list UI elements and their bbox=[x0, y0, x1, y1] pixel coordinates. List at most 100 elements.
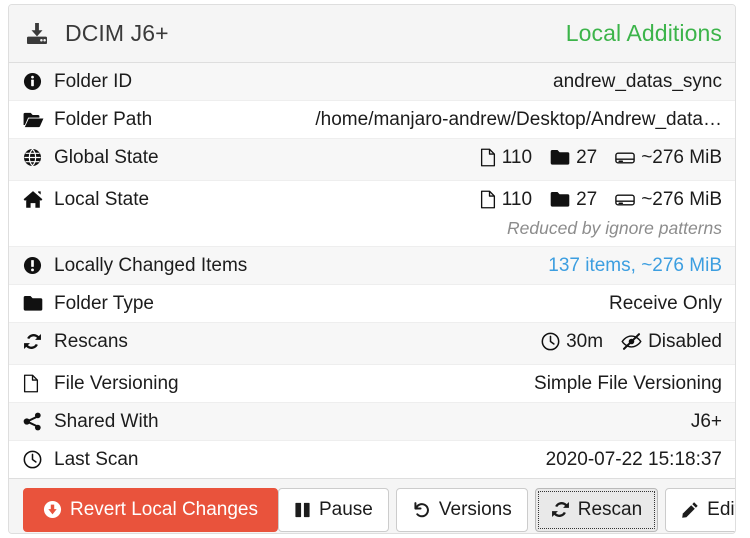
stat-item: 30m bbox=[541, 329, 603, 354]
home-icon bbox=[23, 190, 45, 209]
row-label: Last Scan bbox=[23, 447, 139, 472]
row-value: 2020-07-22 15:18:37 bbox=[534, 447, 722, 472]
row-label-text: Folder Type bbox=[54, 291, 154, 316]
pencil-icon bbox=[681, 501, 699, 519]
hdd-icon bbox=[615, 151, 635, 165]
exclamation-circle-icon bbox=[23, 256, 45, 275]
row-label-text: Local State bbox=[54, 187, 149, 212]
revert-local-changes-label: Revert Local Changes bbox=[70, 499, 258, 521]
row-label: Folder Path bbox=[23, 107, 152, 132]
row-value-text: /home/manjaro-andrew/Desktop/Andrew_data… bbox=[315, 109, 722, 130]
eye-slash-icon bbox=[621, 333, 642, 350]
table-row: Folder Path/home/manjaro-andrew/Desktop/… bbox=[9, 100, 735, 138]
stat-value: 110 bbox=[502, 187, 532, 212]
versions-button[interactable]: Versions bbox=[396, 488, 528, 532]
folder-open-icon bbox=[23, 111, 45, 129]
row-value: 30m Disabled bbox=[529, 329, 722, 358]
row-value: 110 27 ~276 MiB bbox=[468, 145, 722, 174]
stat-value: 27 bbox=[576, 187, 597, 212]
row-label-text: Folder ID bbox=[54, 69, 132, 94]
rescan-label: Rescan bbox=[578, 499, 642, 521]
stat-value: 110 bbox=[502, 145, 532, 170]
clock-icon bbox=[23, 450, 45, 469]
clock-icon bbox=[541, 332, 560, 351]
refresh-icon bbox=[23, 332, 45, 351]
panel-header[interactable]: DCIM J6+ Local Additions bbox=[9, 5, 735, 63]
versions-label: Versions bbox=[439, 499, 512, 521]
file-icon bbox=[480, 148, 496, 167]
stat-value: ~276 MiB bbox=[641, 145, 722, 170]
row-value-text: 137 items, ~276 MiB bbox=[548, 255, 722, 276]
edit-label: Edit bbox=[707, 499, 736, 521]
row-value-text: J6+ bbox=[691, 411, 722, 432]
refresh-icon bbox=[551, 500, 570, 519]
folder-details-table: Folder ID andrew_datas_sync Folder Path/ho… bbox=[9, 63, 735, 478]
stat-group: 110 27 ~276 MiB bbox=[480, 145, 722, 170]
row-label-text: Rescans bbox=[54, 329, 128, 354]
folder-details-panel-root: DCIM J6+ Local Additions Folder ID andrew… bbox=[0, 0, 750, 538]
row-label: Locally Changed Items bbox=[23, 253, 247, 278]
row-label-text: File Versioning bbox=[54, 371, 179, 396]
row-value: Receive Only bbox=[597, 291, 722, 316]
row-label-text: Last Scan bbox=[54, 447, 139, 472]
row-value: 110 27 ~276 MiB Reduced by ignore patterns bbox=[468, 187, 722, 240]
edit-button[interactable]: Edit bbox=[665, 488, 736, 532]
stat-value: 30m bbox=[566, 329, 603, 354]
stat-item: 27 bbox=[550, 187, 597, 212]
stat-item: 110 bbox=[480, 145, 532, 170]
row-value: andrew_datas_sync bbox=[541, 69, 722, 94]
folder-details-panel: DCIM J6+ Local Additions Folder ID andrew… bbox=[8, 4, 736, 534]
page-title: DCIM J6+ bbox=[65, 20, 169, 47]
pause-label: Pause bbox=[319, 499, 373, 521]
folder-icon bbox=[550, 149, 570, 166]
row-value-text: Receive Only bbox=[609, 293, 722, 314]
file-icon bbox=[23, 374, 45, 393]
stat-item: ~276 MiB bbox=[615, 145, 722, 170]
folder-icon bbox=[550, 191, 570, 208]
row-value-text: 2020-07-22 15:18:37 bbox=[546, 449, 722, 470]
stat-item: 110 bbox=[480, 187, 532, 212]
row-label: Folder Type bbox=[23, 291, 154, 316]
table-row: Folder ID andrew_datas_sync bbox=[9, 63, 735, 100]
stat-group: 110 27 ~276 MiB bbox=[480, 187, 722, 212]
row-value-text: andrew_datas_sync bbox=[553, 71, 722, 92]
table-row: Folder Type Receive Only bbox=[9, 284, 735, 322]
rescan-button[interactable]: Rescan bbox=[535, 488, 658, 532]
stat-value: 27 bbox=[576, 145, 597, 170]
pause-button[interactable]: Pause bbox=[278, 488, 389, 532]
revert-local-changes-button[interactable]: Revert Local Changes bbox=[23, 488, 278, 532]
row-value-link[interactable]: 137 items, ~276 MiB bbox=[536, 253, 722, 278]
file-icon bbox=[480, 190, 496, 209]
row-value: /home/manjaro-andrew/Desktop/Andrew_data… bbox=[303, 107, 722, 132]
row-label-text: Shared With bbox=[54, 409, 159, 434]
table-row: File Versioning Simple File Versioning bbox=[9, 364, 735, 402]
table-row: Last Scan 2020-07-22 15:18:37 bbox=[9, 440, 735, 478]
table-row: Global State 110 27 ~276 MiB bbox=[9, 138, 735, 180]
row-label: Shared With bbox=[23, 409, 159, 434]
undo-history-icon bbox=[412, 500, 431, 519]
row-label: File Versioning bbox=[23, 371, 179, 396]
folder-icon bbox=[23, 295, 45, 312]
download-tray-icon bbox=[23, 21, 51, 47]
row-label: Local State bbox=[23, 187, 149, 212]
stat-item: 27 bbox=[550, 145, 597, 170]
share-icon bbox=[23, 412, 45, 431]
pause-icon bbox=[294, 501, 311, 519]
stat-item: ~276 MiB bbox=[615, 187, 722, 212]
stat-item: Disabled bbox=[621, 329, 722, 354]
revert-circle-down-icon bbox=[43, 500, 62, 519]
row-value: J6+ bbox=[679, 409, 722, 434]
row-subtext: Reduced by ignore patterns bbox=[480, 217, 722, 240]
table-row: Rescans 30m Disabled bbox=[9, 322, 735, 364]
stat-group: 30m Disabled bbox=[541, 329, 722, 354]
table-row: Shared With J6+ bbox=[9, 402, 735, 440]
stat-value: Disabled bbox=[648, 329, 722, 354]
hdd-icon bbox=[615, 193, 635, 207]
table-row: Local State 110 27 ~276 MiB Reduced by ignor… bbox=[9, 180, 735, 246]
panel-footer: Revert Local Changes Pause bbox=[9, 478, 735, 534]
row-label-text: Global State bbox=[54, 145, 159, 170]
footer-button-group: Pause Versions bbox=[278, 488, 736, 532]
table-row: Locally Changed Items 137 items, ~276 MiB bbox=[9, 246, 735, 284]
row-value: Simple File Versioning bbox=[522, 371, 722, 396]
status-badge: Local Additions bbox=[566, 20, 722, 47]
